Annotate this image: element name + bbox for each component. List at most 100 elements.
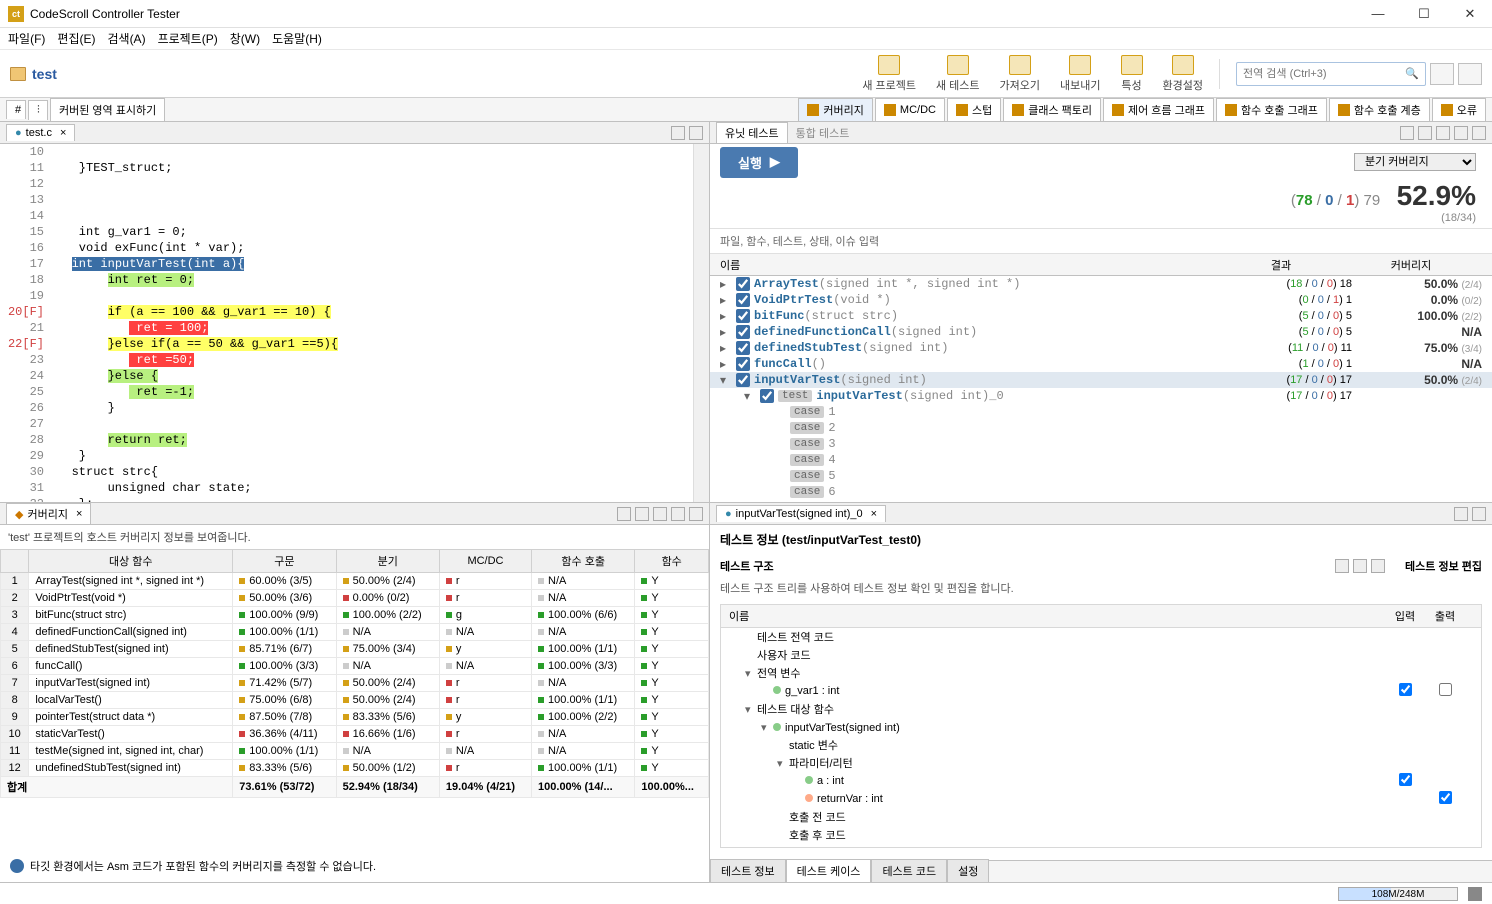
coverage-row[interactable]: 4definedFunctionCall(signed int)100.00% … bbox=[1, 624, 709, 641]
struct-tree-row[interactable]: static 변수 bbox=[721, 736, 1481, 754]
editor-tab-close[interactable]: × bbox=[60, 127, 66, 139]
test-case-row[interactable]: case3 bbox=[710, 436, 1492, 452]
test-tree-row[interactable]: ▸funcCall()(1 / 0 / 0) 1N/A bbox=[710, 356, 1492, 372]
test-checkbox[interactable] bbox=[736, 325, 750, 339]
coverage-row[interactable]: 8localVarTest()75.00% (6/8)50.00% (2/4)r… bbox=[1, 692, 709, 709]
info-tab[interactable]: 테스트 케이스 bbox=[786, 859, 872, 882]
test-tree-row[interactable]: ▾inputVarTest(signed int)(17 / 0 / 0) 17… bbox=[710, 372, 1492, 388]
cov-ctrl-3[interactable] bbox=[653, 507, 667, 521]
struct-tree[interactable]: 테스트 전역 코드사용자 코드▾전역 변수g_var1 : int▾테스트 대상… bbox=[720, 628, 1482, 848]
struct-tree-row[interactable]: a : int bbox=[721, 772, 1481, 790]
test-tree-row[interactable]: ▸definedFunctionCall(signed int)(5 / 0 /… bbox=[710, 324, 1492, 340]
coverage-row[interactable]: 6funcCall()100.00% (3/3)N/AN/A100.00% (3… bbox=[1, 658, 709, 675]
view-tab-cfg[interactable]: 제어 흐름 그래프 bbox=[1103, 98, 1214, 121]
input-checkbox[interactable] bbox=[1399, 773, 1412, 786]
cov-ctrl-2[interactable] bbox=[635, 507, 649, 521]
code-editor[interactable]: 1011121314151617181920[F]2122[F]23242526… bbox=[0, 144, 709, 502]
coverage-type-dropdown[interactable]: 분기 커버리지 bbox=[1354, 153, 1476, 171]
pane-btn-3[interactable] bbox=[1436, 126, 1450, 140]
test-checkbox[interactable] bbox=[736, 277, 750, 291]
struct-tree-row[interactable]: 사용자 코드 bbox=[721, 844, 1481, 848]
test-case-row[interactable]: case7 bbox=[710, 500, 1492, 502]
global-search-input[interactable] bbox=[1243, 68, 1405, 80]
ti-ctrl-2[interactable] bbox=[1472, 507, 1486, 521]
test-info-tab-close[interactable]: × bbox=[871, 508, 877, 520]
close-button[interactable]: ✕ bbox=[1456, 6, 1484, 22]
editor-scrollbar[interactable] bbox=[693, 144, 709, 502]
output-checkbox[interactable] bbox=[1439, 683, 1452, 696]
info-tab[interactable]: 테스트 코드 bbox=[871, 859, 947, 882]
test-checkbox[interactable] bbox=[760, 389, 774, 403]
struct-btn-1[interactable] bbox=[1335, 559, 1349, 573]
struct-tree-row[interactable]: ▾파라미터/리턴 bbox=[721, 754, 1481, 772]
expand-icon[interactable]: ▾ bbox=[720, 373, 732, 387]
expand-icon[interactable]: ▸ bbox=[720, 277, 732, 291]
expand-icon[interactable]: ▸ bbox=[720, 357, 732, 371]
test-tree-row[interactable]: ▸VoidPtrTest(void *)(0 / 0 / 1) 10.0% (0… bbox=[710, 292, 1492, 308]
test-case-row[interactable]: case4 bbox=[710, 452, 1492, 468]
test-tree-row[interactable]: ▸ArrayTest(signed int *, signed int *)(1… bbox=[710, 276, 1492, 292]
minimize-button[interactable]: — bbox=[1364, 6, 1392, 22]
test-tree-child-row[interactable]: ▾testinputVarTest(signed int)_0(17 / 0 /… bbox=[710, 388, 1492, 404]
test-tree-row[interactable]: ▸definedStubTest(signed int)(11 / 0 / 0)… bbox=[710, 340, 1492, 356]
coverage-row[interactable]: 7inputVarTest(signed int)71.42% (5/7)50.… bbox=[1, 675, 709, 692]
struct-tree-row[interactable]: ▾테스트 대상 함수 bbox=[721, 700, 1481, 718]
trash-icon[interactable] bbox=[1468, 887, 1482, 901]
coverage-row[interactable]: 11testMe(signed int, signed int, char)10… bbox=[1, 743, 709, 760]
expand-icon[interactable]: ▸ bbox=[720, 293, 732, 307]
menu-item[interactable]: 창(W) bbox=[230, 30, 260, 47]
menu-item[interactable]: 파일(F) bbox=[8, 30, 45, 47]
toolbar-button[interactable]: 가져오기 bbox=[990, 53, 1050, 95]
view-tab-callgraph[interactable]: 함수 호출 그래프 bbox=[1216, 98, 1327, 121]
struct-tree-row[interactable]: g_var1 : int bbox=[721, 682, 1481, 700]
coverage-tab[interactable]: ◆ 커버리지 × bbox=[6, 503, 91, 524]
cov-ctrl-5[interactable] bbox=[689, 507, 703, 521]
struct-tree-row[interactable]: returnVar : int bbox=[721, 790, 1481, 808]
test-checkbox[interactable] bbox=[736, 341, 750, 355]
toolbar-button[interactable]: 내보내기 bbox=[1050, 53, 1110, 95]
test-case-row[interactable]: case5 bbox=[710, 468, 1492, 484]
coverage-row[interactable]: 2VoidPtrTest(void *)50.00% (3/6)0.00% (0… bbox=[1, 590, 709, 607]
menu-item[interactable]: 검색(A) bbox=[107, 30, 145, 47]
cov-ctrl-4[interactable] bbox=[671, 507, 685, 521]
test-case-row[interactable]: case2 bbox=[710, 420, 1492, 436]
run-button[interactable]: 실행▶ bbox=[720, 147, 798, 178]
coverage-row[interactable]: 5definedStubTest(signed int)85.71% (6/7)… bbox=[1, 641, 709, 658]
test-case-row[interactable]: case6 bbox=[710, 484, 1492, 500]
view-tab-error[interactable]: 오류 bbox=[1432, 98, 1486, 121]
view-tab-stub[interactable]: 스텁 bbox=[947, 98, 1001, 121]
struct-btn-2[interactable] bbox=[1353, 559, 1367, 573]
struct-tree-row[interactable]: 사용자 코드 bbox=[721, 646, 1481, 664]
test-checkbox[interactable] bbox=[736, 357, 750, 371]
global-search[interactable]: 🔍 bbox=[1236, 62, 1426, 86]
perspective-button-1[interactable] bbox=[1430, 63, 1454, 85]
expand-icon[interactable]: ▸ bbox=[720, 341, 732, 355]
coverage-row[interactable]: 12undefinedStubTest(signed int)83.33% (5… bbox=[1, 760, 709, 777]
test-checkbox[interactable] bbox=[736, 373, 750, 387]
coverage-row[interactable]: 9pointerTest(struct data *)87.50% (7/8)8… bbox=[1, 709, 709, 726]
integration-test-tab[interactable]: 통합 테스트 bbox=[788, 123, 858, 143]
show-covered-region-tab[interactable]: 커버된 영역 표시하기 bbox=[50, 98, 165, 121]
menu-item[interactable]: 편집(E) bbox=[57, 30, 95, 47]
maximize-pane-icon[interactable] bbox=[689, 126, 703, 140]
tab-icon-only-2[interactable]: ⫶ bbox=[28, 100, 48, 120]
coverage-table[interactable]: 대상 함수구문분기MC/DC함수 호출함수1ArrayTest(signed i… bbox=[0, 549, 709, 850]
test-tree[interactable]: ▸ArrayTest(signed int *, signed int *)(1… bbox=[710, 276, 1492, 502]
info-tab[interactable]: 테스트 정보 bbox=[710, 859, 786, 882]
coverage-row[interactable]: 3bitFunc(struct strc)100.00% (9/9)100.00… bbox=[1, 607, 709, 624]
view-tab-callhier[interactable]: 함수 호출 계층 bbox=[1329, 98, 1430, 121]
ti-ctrl-1[interactable] bbox=[1454, 507, 1468, 521]
struct-tree-row[interactable]: ▾전역 변수 bbox=[721, 664, 1481, 682]
menu-item[interactable]: 도움말(H) bbox=[272, 30, 322, 47]
maximize-button[interactable]: ☐ bbox=[1410, 6, 1438, 22]
view-tab-mcdc[interactable]: MC/DC bbox=[875, 98, 945, 121]
perspective-button-2[interactable] bbox=[1458, 63, 1482, 85]
coverage-tab-close[interactable]: × bbox=[76, 508, 82, 520]
test-case-row[interactable]: case1 bbox=[710, 404, 1492, 420]
menu-item[interactable]: 프로젝트(P) bbox=[158, 30, 218, 47]
input-checkbox[interactable] bbox=[1399, 683, 1412, 696]
editor-tab[interactable]: ● test.c × bbox=[6, 124, 75, 141]
struct-tree-row[interactable]: ▾inputVarTest(signed int) bbox=[721, 718, 1481, 736]
minimize-pane-icon[interactable] bbox=[671, 126, 685, 140]
test-checkbox[interactable] bbox=[736, 309, 750, 323]
